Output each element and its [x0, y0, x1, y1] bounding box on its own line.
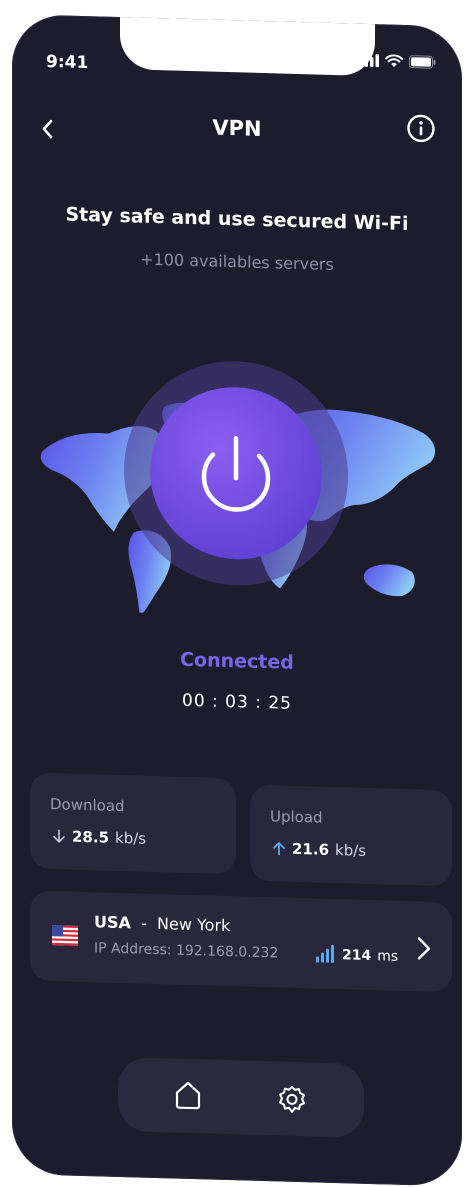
- headline: Stay safe and use secured Wi-Fi: [65, 203, 409, 236]
- ip-address: IP Address: 192.168.0.232: [94, 940, 278, 961]
- country-separator: -: [141, 913, 147, 933]
- info-icon[interactable]: [406, 113, 436, 144]
- download-card: Download 28.5 kb/s: [30, 772, 236, 875]
- status-time: 9:41: [46, 51, 89, 74]
- home-icon[interactable]: [172, 1078, 204, 1111]
- ping-value: 214: [342, 947, 372, 965]
- connection-status: Connected: [180, 648, 294, 674]
- ip-value: 192.168.0.232: [175, 942, 279, 962]
- upload-arrow-icon: [273, 842, 285, 856]
- signal-icon: [316, 944, 334, 963]
- bottom-nav: [118, 1056, 364, 1138]
- status-icons: [359, 54, 436, 69]
- server-location-card[interactable]: USA - New York IP Address: 192.168.0.232…: [30, 890, 452, 993]
- power-button[interactable]: [123, 357, 349, 589]
- ping: 214 ms: [316, 944, 399, 965]
- cellular-signal-icon: [359, 54, 379, 68]
- upload-card: Upload 21.6 kb/s: [250, 784, 452, 887]
- usa-flag-icon: [52, 925, 78, 946]
- download-label: Download: [50, 795, 125, 816]
- wifi-icon: [385, 54, 403, 68]
- phone-screen: 9:41 VPN Stay safe and use secured Wi-Fi…: [12, 14, 462, 1187]
- ip-label: IP Address:: [94, 940, 172, 959]
- download-arrow-icon: [53, 829, 65, 843]
- download-speed: 28.5: [72, 827, 110, 847]
- settings-icon[interactable]: [276, 1083, 308, 1116]
- download-unit: kb/s: [115, 828, 147, 848]
- download-value: 28.5 kb/s: [52, 827, 146, 848]
- notch: [120, 15, 375, 77]
- page-title: VPN: [212, 115, 262, 141]
- chevron-right-icon[interactable]: [416, 935, 432, 961]
- upload-speed: 21.6: [292, 839, 330, 859]
- upload-unit: kb/s: [335, 841, 367, 860]
- upload-label: Upload: [270, 807, 323, 827]
- upload-value: 21.6 kb/s: [272, 839, 366, 860]
- city-name: New York: [157, 914, 231, 936]
- ping-unit: ms: [377, 948, 399, 965]
- country-name: USA: [94, 912, 131, 933]
- battery-icon: [409, 55, 436, 69]
- servers-count: +100 availables servers: [140, 249, 334, 274]
- connection-timer: 00 : 03 : 25: [182, 690, 292, 714]
- server-country: USA - New York: [94, 912, 230, 935]
